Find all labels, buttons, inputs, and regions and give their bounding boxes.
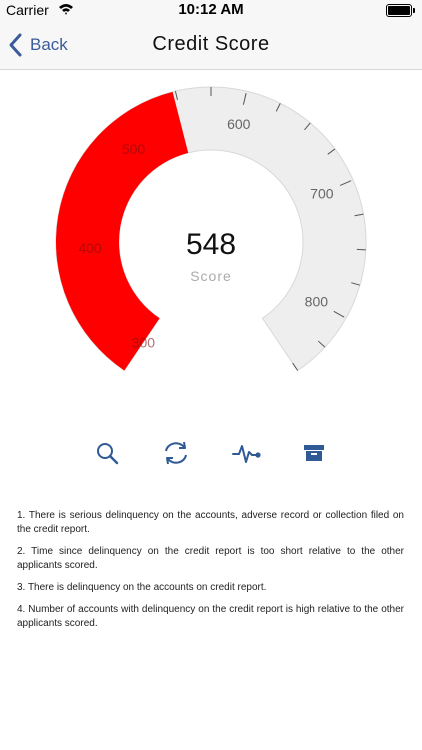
archive-button[interactable] [297,436,331,470]
archive-icon [304,445,324,461]
gauge-tick-label: 600 [227,116,251,132]
score-factor-note: 2. Time since delinquency on the credit … [17,546,404,571]
score-factors-list: 1. There is serious delinquency on the a… [17,509,404,639]
refresh-button[interactable] [159,436,193,470]
activity-icon [232,445,261,463]
search-icon [97,443,119,465]
toolbar [0,436,422,470]
gauge-tick-label: 500 [122,141,146,157]
score-factor-note: 1. There is serious delinquency on the a… [17,510,404,535]
gauge-tick-label: 800 [305,293,329,309]
navigation-bar: Back Credit Score [0,20,422,70]
score-value: 548 [185,228,237,261]
battery-icon [386,4,415,17]
status-bar: Carrier 10:12 AM [0,0,422,20]
gauge-tick-label: 700 [310,185,334,201]
status-time: 10:12 AM [178,1,244,18]
score-factor-note: 3. There is delinquency on the accounts … [17,582,267,593]
gauge-tick-label: 300 [132,334,156,350]
search-button[interactable] [90,436,124,470]
activity-button[interactable] [230,436,264,470]
score-label: Score [190,268,232,284]
score-factor-note: 4. Number of accounts with delinquency o… [17,604,404,629]
page-title: Credit Score [152,33,270,55]
refresh-icon [165,441,187,465]
